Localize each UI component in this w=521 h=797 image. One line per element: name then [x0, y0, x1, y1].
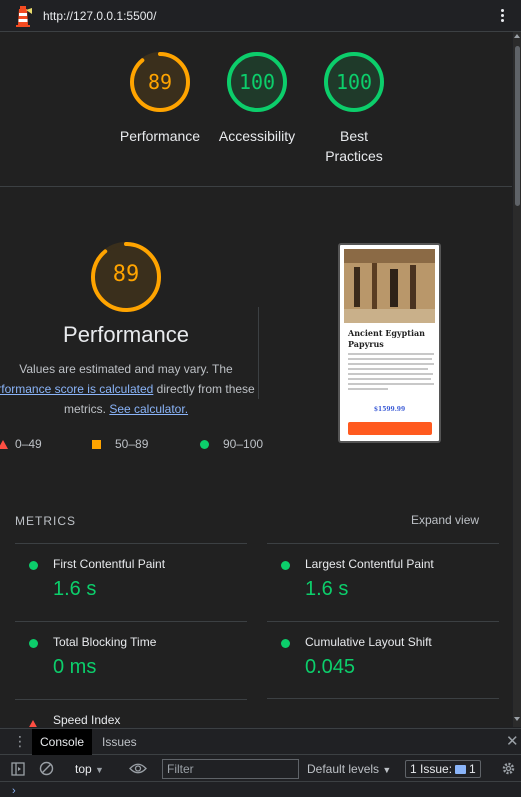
- expand-view-button[interactable]: Expand view: [411, 513, 479, 527]
- drawer-menu-icon[interactable]: ⋮: [13, 733, 27, 750]
- metric-first-contentful-paint: First Contentful Paint 1.6 s: [15, 543, 247, 621]
- page-screenshot-thumbnail[interactable]: Ancient Egyptian Papyrus $1599.99: [338, 243, 441, 443]
- tab-issues[interactable]: Issues: [94, 729, 145, 755]
- lighthouse-logo-icon: [16, 6, 32, 27]
- thumbnail-buy-button: [348, 422, 432, 435]
- papyrus-figures-icon: [344, 249, 435, 323]
- console-prompt-icon[interactable]: ›: [12, 785, 16, 797]
- gear-icon[interactable]: [501, 761, 516, 776]
- legend-average: 50–89: [92, 437, 148, 451]
- console-toolbar: top ▼ Default levels ▼ 1 Issue:1: [0, 756, 521, 782]
- performance-description-line1: Values are estimated and may vary. The: [19, 362, 233, 376]
- summary-gauge-label: Best Practices: [325, 128, 383, 164]
- circle-icon: [200, 439, 209, 449]
- summary-gauge-label: Performance: [119, 128, 201, 144]
- devtools-drawer: ⋮ Console Issues ✕ top ▼ Default levels …: [0, 728, 521, 797]
- triangle-icon: [0, 439, 8, 449]
- tab-console[interactable]: Console: [32, 729, 93, 755]
- performance-description-line3: metrics. See calculator.: [63, 402, 189, 416]
- context-selector[interactable]: top ▼: [75, 762, 104, 776]
- console-filter-input[interactable]: [162, 759, 299, 779]
- thumbnail-price: $1599.99: [373, 406, 406, 413]
- page-url: http://127.0.0.1:5500/: [43, 9, 157, 23]
- score-calculated-link[interactable]: rformance score is calculated: [0, 382, 153, 396]
- eye-icon[interactable]: [129, 762, 147, 775]
- summary-score-value: 100: [238, 70, 276, 94]
- scroll-down-icon[interactable]: [514, 717, 520, 721]
- issue-message-icon: [455, 765, 467, 774]
- divider: [267, 698, 499, 699]
- chevron-down-icon: ▼: [95, 765, 104, 775]
- metric-total-blocking-time: Total Blocking Time 0 ms: [15, 621, 247, 699]
- divider-vertical: [258, 307, 259, 399]
- metrics-heading: METRICS: [15, 514, 76, 528]
- legend-fail: 0–49: [0, 437, 42, 451]
- clear-console-icon[interactable]: [39, 761, 54, 776]
- metric-cumulative-layout-shift: Cumulative Layout Shift 0.045: [267, 621, 499, 699]
- thumbnail-title: Ancient Egyptian Papyrus: [348, 328, 425, 349]
- drawer-tabs: ⋮ Console Issues ✕: [0, 729, 521, 755]
- metric-speed-index: Speed Index: [15, 699, 247, 727]
- pass-circle-icon: [281, 561, 290, 570]
- sidebar-toggle-icon[interactable]: [11, 762, 25, 776]
- pass-circle-icon: [29, 639, 38, 648]
- divider: [0, 186, 512, 187]
- lighthouse-report: 89 Performance 100 Accessibility 100 Best Prac…: [0, 32, 512, 727]
- legend-pass: 90–100: [200, 437, 263, 451]
- see-calculator-link[interactable]: See calculator.: [109, 402, 188, 416]
- performance-description-line2: rformance score is calculated directly f…: [0, 379, 270, 399]
- chevron-down-icon: ▼: [382, 765, 392, 775]
- performance-score-value: 89: [112, 262, 140, 287]
- summary-score-value: 100: [335, 70, 373, 94]
- performance-title: Performance: [63, 322, 189, 347]
- scrollbar-thumb[interactable]: [515, 46, 520, 206]
- log-levels-dropdown[interactable]: Default levels ▼: [307, 762, 391, 776]
- summary-gauge-label: Accessibility: [218, 128, 296, 144]
- pass-circle-icon: [281, 639, 290, 648]
- square-icon: [92, 439, 101, 449]
- scroll-up-icon[interactable]: [514, 34, 520, 38]
- summary-score-value: 89: [147, 70, 173, 94]
- issues-counter-button[interactable]: 1 Issue: 1: [405, 760, 481, 778]
- browser-topbar: http://127.0.0.1:5500/: [0, 0, 521, 32]
- thumbnail-text-lines: [348, 353, 434, 393]
- more-options-icon[interactable]: [498, 7, 506, 25]
- metric-largest-contentful-paint: Largest Contentful Paint 1.6 s: [267, 543, 499, 621]
- papyrus-image: [344, 249, 435, 323]
- close-drawer-icon[interactable]: ✕: [506, 732, 519, 750]
- fail-triangle-icon: [28, 716, 38, 727]
- pass-circle-icon: [29, 561, 38, 570]
